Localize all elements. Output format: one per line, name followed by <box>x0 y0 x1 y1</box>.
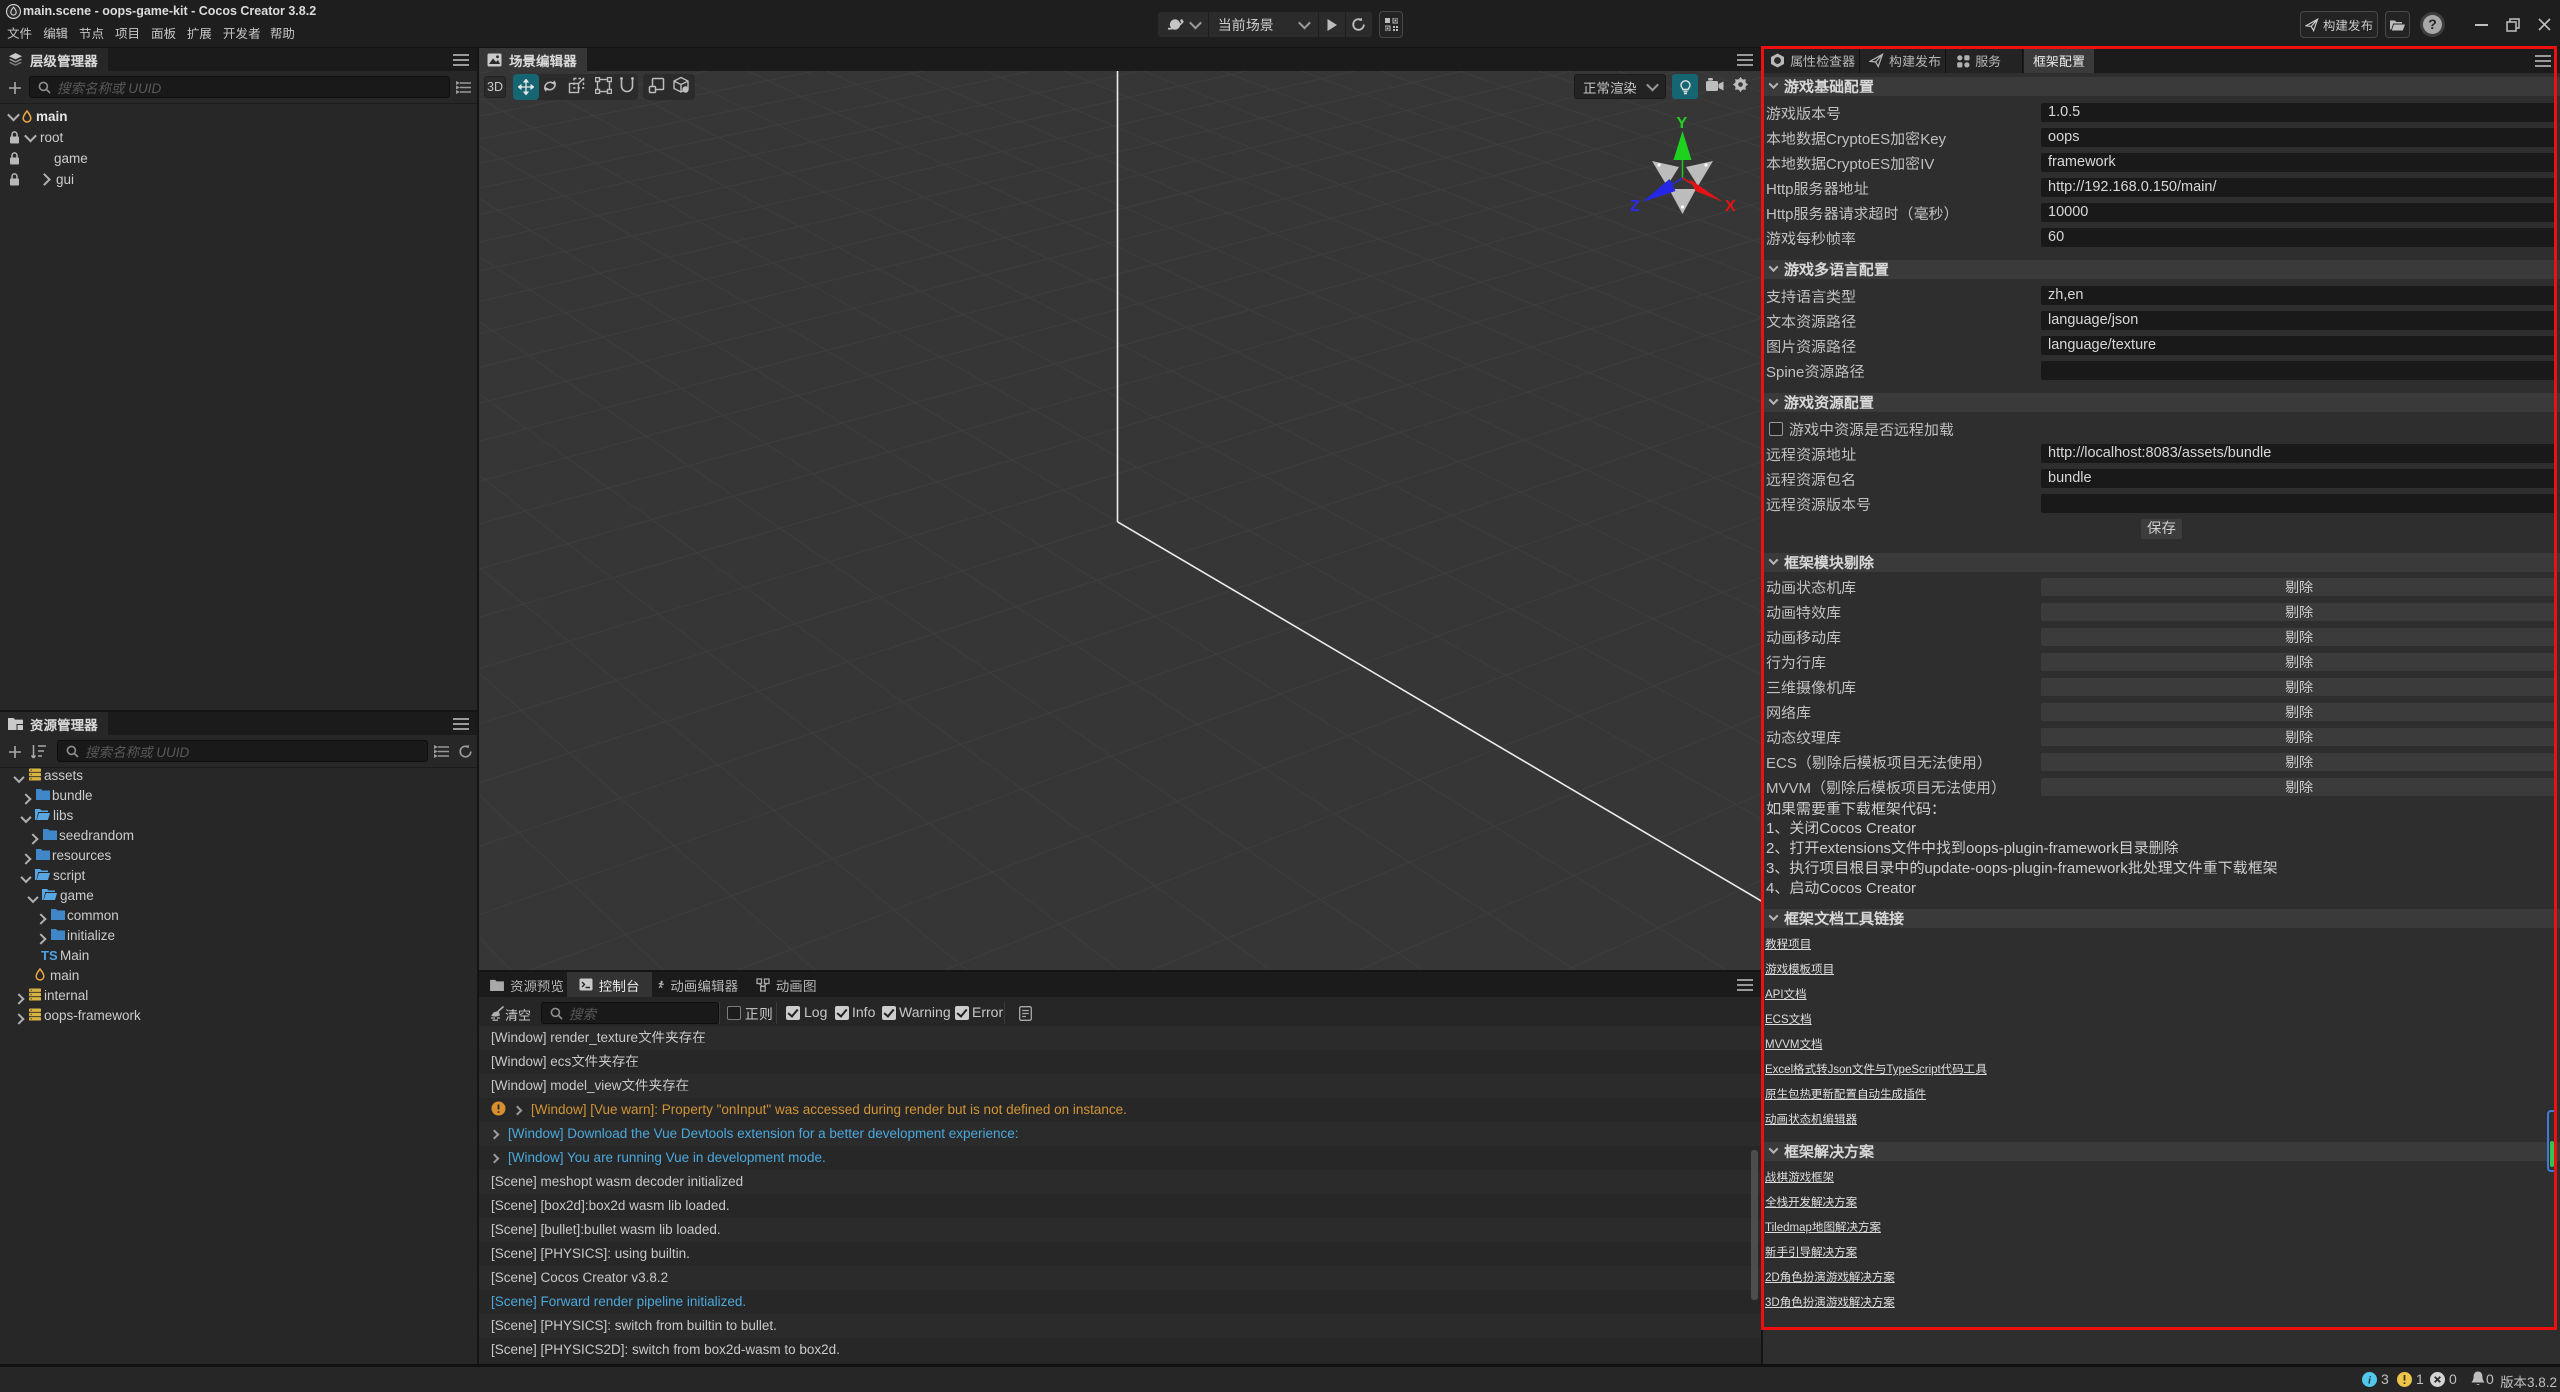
svg-text:Y: Y <box>1677 115 1688 132</box>
svg-text:Z: Z <box>1630 198 1640 215</box>
svg-text:X: X <box>1725 198 1736 215</box>
